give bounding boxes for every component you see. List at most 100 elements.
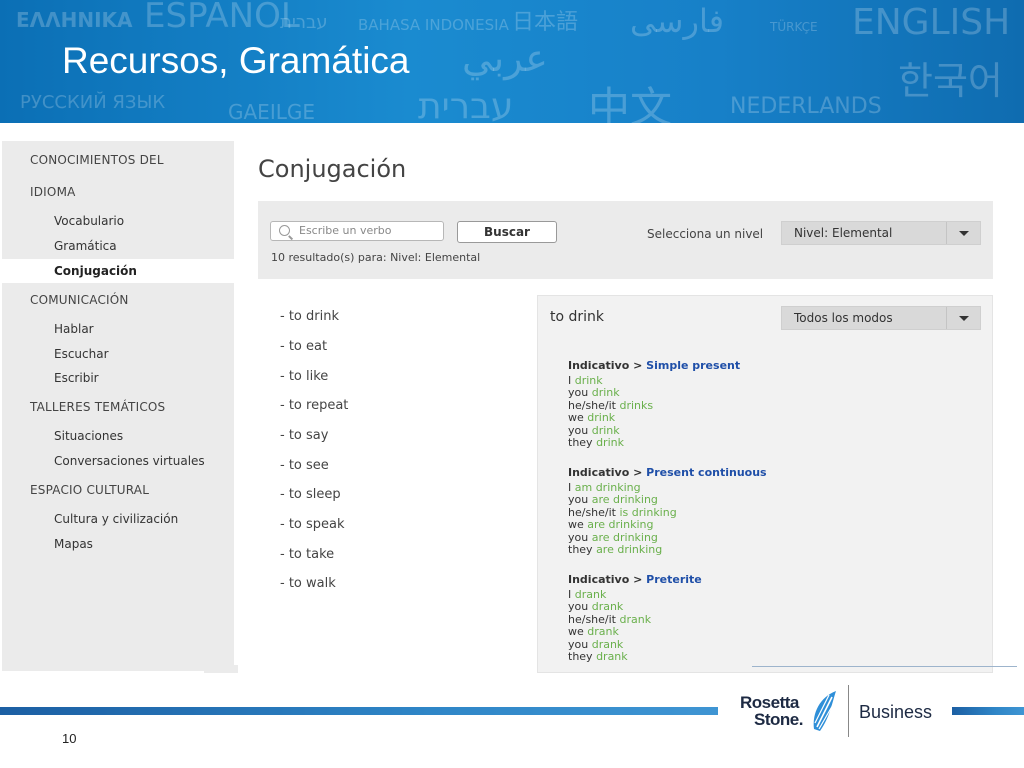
- pronoun: they: [568, 543, 593, 557]
- sidebar-item-cultura[interactable]: Cultura y civilización: [54, 512, 178, 526]
- app-screenshot: CONOCIMIENTOS DEL IDIOMA Vocabulario Gra…: [0, 123, 1024, 673]
- tense-link[interactable]: Simple present: [646, 359, 740, 372]
- verb-form: drink: [591, 386, 620, 400]
- verb-form: are drinking: [596, 543, 663, 557]
- conjugation-row: they are drinking: [568, 543, 767, 557]
- header-banner: ΕΛΛΗΝΙΚΑ ESPAÑOL עברית BAHASA INDONESIA …: [0, 0, 1024, 123]
- verb-item[interactable]: - to like: [280, 369, 328, 384]
- page-title: Recursos, Gramática: [62, 40, 410, 81]
- verb-item[interactable]: - to sleep: [280, 487, 341, 502]
- language-word: NEDERLANDS: [730, 94, 882, 119]
- tense-header: Indicativo > Present continuous: [568, 466, 767, 479]
- pronoun: I: [568, 588, 572, 601]
- chevron-down-icon[interactable]: [946, 222, 980, 244]
- sidebar-item-gramatica[interactable]: Gramática: [54, 239, 117, 253]
- verb-form: am drinking: [574, 481, 641, 494]
- verb-form: are drinking: [591, 493, 658, 507]
- selected-verb: to drink: [550, 309, 605, 325]
- language-word: 中文: [588, 83, 673, 123]
- sidebar-item-situaciones[interactable]: Situaciones: [54, 429, 123, 443]
- language-word: 한국어: [898, 59, 1003, 103]
- language-word: عربي: [462, 36, 548, 80]
- sidebar-item-escuchar[interactable]: Escuchar: [54, 347, 109, 361]
- language-word: עברית: [280, 12, 328, 33]
- pronoun: you: [568, 530, 589, 544]
- language-word: עברית: [418, 86, 514, 123]
- divider: [752, 666, 1017, 667]
- language-word: ENGLISH: [852, 2, 1011, 43]
- verb-item[interactable]: - to eat: [280, 339, 327, 354]
- pronoun: he/she/it: [568, 612, 616, 626]
- footer-band: [0, 707, 718, 715]
- verb-form: drink: [574, 374, 603, 387]
- sidebar-item-conjugacion[interactable]: Conjugación: [54, 264, 137, 278]
- search-button[interactable]: Buscar: [457, 221, 557, 243]
- pronoun: I: [568, 481, 572, 494]
- results-count: 10 resultado(s) para: Nivel: Elemental: [271, 251, 481, 264]
- mode-select[interactable]: Todos los modos: [781, 306, 981, 330]
- logo-business-text: Business: [859, 702, 933, 722]
- pronoun: they: [568, 650, 593, 664]
- page-number: 10: [62, 731, 77, 746]
- level-select[interactable]: Nivel: Elemental: [781, 221, 981, 245]
- mood-label: Indicativo: [568, 573, 630, 586]
- pronoun: he/she/it: [568, 505, 616, 519]
- sidebar-item-mapas[interactable]: Mapas: [54, 537, 93, 551]
- conjugation-row: they drank: [568, 650, 702, 664]
- verb-item[interactable]: - to drink: [280, 309, 339, 324]
- tense-block: Indicativo > Preterite I drank you drank…: [568, 573, 702, 663]
- sidebar-item-hablar[interactable]: Hablar: [54, 322, 94, 336]
- sidebar-item-escribir[interactable]: Escribir: [54, 371, 99, 385]
- search-input[interactable]: Escribe un verbo: [270, 221, 444, 241]
- verb-form: drink: [587, 411, 616, 425]
- footer-band: [952, 707, 1024, 715]
- tense-link[interactable]: Present continuous: [646, 466, 766, 479]
- tense-link[interactable]: Preterite: [646, 573, 702, 586]
- pronoun: I: [568, 374, 572, 387]
- conjugation-panel: to drink Todos los modos Indicativo > Si…: [537, 295, 993, 673]
- search-panel: Escribe un verbo Buscar Selecciona un ni…: [258, 201, 993, 279]
- language-word: BAHASA INDONESIA: [358, 16, 509, 34]
- language-word: GAEILGE: [228, 100, 315, 123]
- tense-header: Indicativo > Preterite: [568, 573, 702, 586]
- sidebar-section-header: IDIOMA: [30, 185, 76, 199]
- verb-item[interactable]: - to repeat: [280, 398, 348, 413]
- mood-label: Indicativo: [568, 466, 630, 479]
- search-icon: [279, 225, 290, 236]
- verb-item[interactable]: - to walk: [280, 576, 336, 591]
- level-label: Selecciona un nivel: [647, 227, 764, 241]
- verb-form: drink: [596, 436, 624, 450]
- pronoun: you: [568, 423, 589, 437]
- language-word: 日本語: [512, 10, 579, 35]
- tense-header: Indicativo > Simple present: [568, 359, 741, 372]
- language-word: РУССКИЙ ЯЗЫК: [20, 92, 166, 113]
- pronoun: you: [568, 386, 589, 400]
- tense-block: Indicativo > Simple present I drink you …: [568, 359, 740, 449]
- verb-form: drink: [591, 423, 620, 437]
- verb-item[interactable]: - to say: [280, 428, 328, 443]
- pronoun: we: [568, 625, 584, 639]
- conjugation-row: they drink: [568, 436, 740, 450]
- sidebar: CONOCIMIENTOS DEL IDIOMA Vocabulario Gra…: [2, 141, 234, 671]
- verb-item[interactable]: - to speak: [280, 517, 345, 532]
- sidebar-item-conversaciones[interactable]: Conversaciones virtuales: [54, 454, 205, 468]
- search-placeholder: Escribe un verbo: [299, 224, 392, 237]
- verb-form: drank: [591, 600, 624, 614]
- mood-label: Indicativo: [568, 359, 630, 372]
- sidebar-section-header: COMUNICACIÓN: [30, 293, 129, 307]
- verb-form: drank: [587, 625, 619, 639]
- rosetta-stone-logo: Rosetta Stone. Business: [740, 685, 940, 741]
- verb-item[interactable]: - to see: [280, 458, 329, 473]
- pronoun: we: [568, 411, 584, 425]
- verb-form: are drinking: [587, 518, 654, 532]
- sidebar-item-vocabulario[interactable]: Vocabulario: [54, 214, 124, 228]
- pronoun: you: [568, 493, 589, 507]
- verb-form: drinks: [619, 398, 654, 412]
- pronoun: we: [568, 518, 584, 532]
- sidebar-section-header: ESPACIO CULTURAL: [30, 483, 150, 497]
- pronoun: he/she/it: [568, 398, 616, 412]
- chevron-down-icon[interactable]: [946, 307, 980, 329]
- verb-form: drank: [596, 650, 628, 664]
- sidebar-section-header: TALLERES TEMÁTICOS: [30, 400, 166, 414]
- verb-item[interactable]: - to take: [280, 547, 334, 562]
